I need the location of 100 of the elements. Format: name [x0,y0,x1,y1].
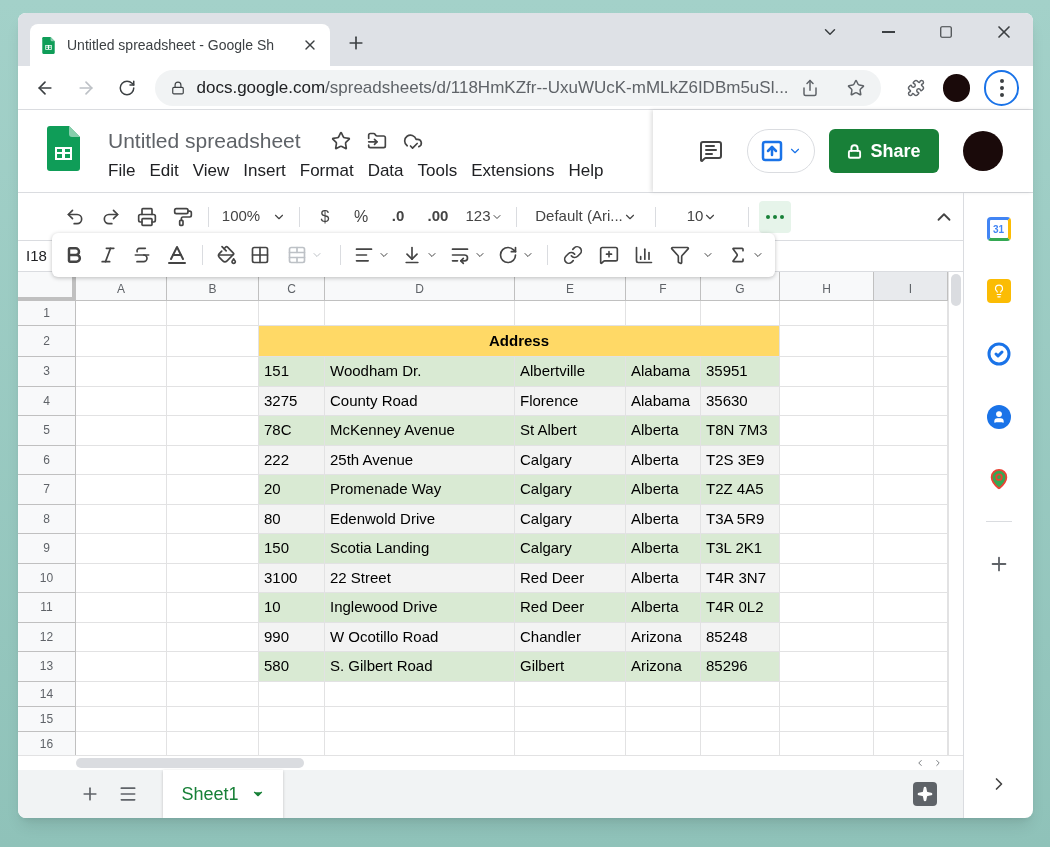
share-icon[interactable] [800,78,819,97]
row-number[interactable]: 9 [18,534,76,564]
menu-item[interactable]: Insert [237,158,292,184]
table-cell: Alberta [626,534,701,564]
row-number[interactable]: 5 [18,416,76,446]
table-cell: Woodham Dr. [325,357,515,387]
increase-decimals-button[interactable]: .00 [420,201,456,232]
table-cell: 80 [259,504,325,534]
table-cell: T8N 7M3 [701,416,780,446]
menu-item[interactable]: Edit [143,158,185,184]
zoom-select[interactable]: 100% [219,201,289,232]
font-size-select[interactable]: 10 [666,201,738,232]
merge-cells-icon [287,245,308,265]
row-number[interactable]: 11 [18,593,76,623]
row-number[interactable]: 10 [18,563,76,593]
address-bar[interactable]: docs.google.com/spreadsheets/d/118HmKZfr--UxuWUcK-mMLkZ6IDBm5uSl... [154,69,881,106]
check-circle-icon [986,342,1011,366]
document-title[interactable]: Untitled spreadsheet [108,125,301,157]
horizontal-scrollbar-thumb[interactable] [76,758,304,768]
star-icon[interactable] [330,131,351,151]
table-cell: 25th Avenue [325,445,515,475]
merged-header-cell: Address [259,326,780,357]
decrease-decimals-button[interactable]: .0 [382,201,414,232]
table-cell: Alberta [626,563,701,593]
table-cell: S. Gilbert Road [325,652,515,682]
row-number[interactable]: 1 [18,301,76,326]
browser-tab[interactable]: Untitled spreadsheet - Google Sh [30,24,330,66]
profile-avatar[interactable] [943,73,971,102]
scroll-right-icon[interactable] [933,758,943,768]
borders-icon [250,245,271,265]
browser-menu-button[interactable] [984,69,1019,106]
row-number[interactable]: 13 [18,652,76,682]
menu-item[interactable]: File [108,158,142,184]
table-cell: Edenwold Drive [325,504,515,534]
url-text: docs.google.com/spreadsheets/d/118HmKZfr--UxuWUcK-mMLkZ6IDBm5uSl... [196,76,789,99]
comment-icon [699,139,723,163]
table-cell: 150 [259,534,325,564]
more-button[interactable] [759,200,791,233]
number-format-button[interactable]: 123 [462,201,506,232]
share-button[interactable]: Share [829,129,939,173]
name-box[interactable]: I18 [18,244,47,268]
table-cell: Alberta [626,416,701,446]
menu-item[interactable]: Extensions [465,158,561,184]
table-cell: 35630 [701,386,780,416]
row-number[interactable]: 2 [18,326,76,357]
row-number[interactable]: 14 [18,681,76,707]
menu-item[interactable]: Help [562,158,610,184]
puzzle-icon [907,78,925,97]
row-number[interactable]: 4 [18,386,76,416]
row-number[interactable]: 12 [18,622,76,652]
sheet-tab[interactable]: Sheet1 [163,770,283,818]
cloud-status-icon[interactable] [402,131,423,151]
row-number[interactable]: 3 [18,357,76,387]
table-cell: Calgary [515,475,626,505]
table-cell: 85248 [701,622,780,652]
contacts-button[interactable] [986,405,1011,429]
table-cell: Alabama [626,386,701,416]
tab-title: Untitled spreadsheet - Google Sh [67,35,275,55]
column-header[interactable]: H [780,272,874,301]
menu-item[interactable]: Tools [411,158,464,184]
percent-button[interactable]: % [346,201,376,232]
table-cell: Arizona [626,652,701,682]
fill-color-icon [216,245,237,265]
table-cell: T4R 3N7 [701,563,780,593]
currency-button[interactable]: $ [310,201,340,232]
table-cell: T3A 5R9 [701,504,780,534]
row-number[interactable]: 16 [18,731,76,755]
paint-format-icon [173,206,193,227]
column-header[interactable]: I [874,272,948,301]
menu-item[interactable]: Format [293,158,360,184]
lock-icon [170,80,185,95]
user-avatar[interactable] [963,131,1003,171]
table-cell: Calgary [515,445,626,475]
menu-item[interactable]: Data [361,158,410,184]
table-cell [259,706,325,732]
table-cell: 222 [259,445,325,475]
table-cell: 20 [259,475,325,505]
vertical-scrollbar[interactable] [948,272,963,755]
sheets-favicon-icon [42,36,55,54]
filter-icon [670,245,691,265]
table-cell: W Ocotillo Road [325,622,515,652]
table-cell: T3L 2K1 [701,534,780,564]
table-cell: 3275 [259,386,325,416]
row-number[interactable]: 8 [18,504,76,534]
row-number[interactable]: 15 [18,706,76,732]
calendar-button[interactable]: 31 [986,217,1011,241]
insert-comment-icon [598,245,619,265]
explore-button[interactable] [913,782,937,806]
move-folder-icon[interactable] [366,131,387,151]
scroll-left-icon[interactable] [915,758,925,768]
table-cell: 22 Street [325,563,515,593]
menu-item[interactable]: View [186,158,236,184]
font-select[interactable]: Default (Ari... [527,201,645,232]
row-number[interactable]: 6 [18,445,76,475]
table-cell: Arizona [626,622,701,652]
star-icon[interactable] [846,78,865,97]
tasks-button[interactable] [985,341,1012,367]
person-icon [991,410,1006,424]
table-cell: Florence [515,386,626,416]
row-number[interactable]: 7 [18,475,76,505]
